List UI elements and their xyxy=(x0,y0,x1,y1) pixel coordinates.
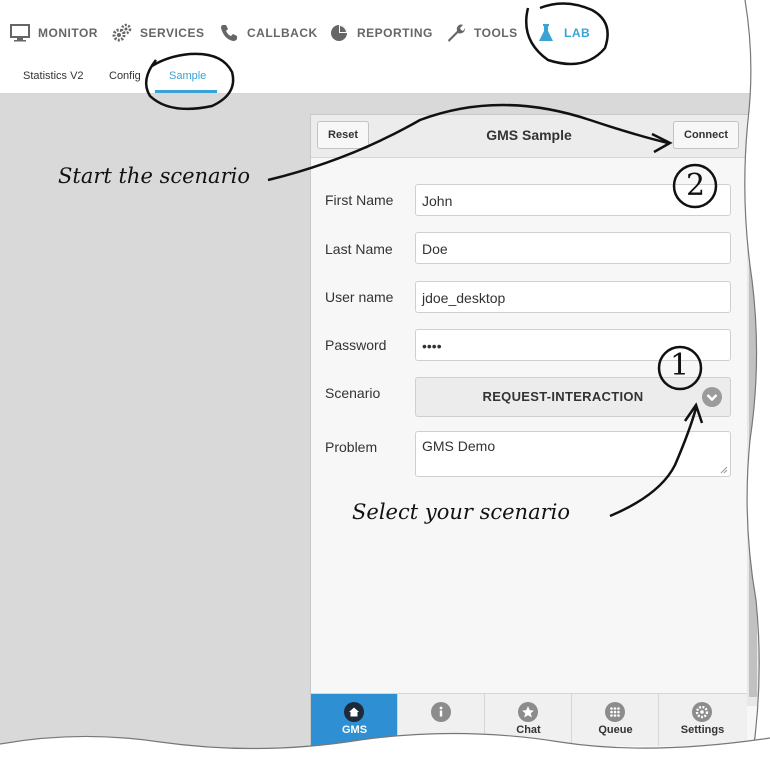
connect-button[interactable]: Connect xyxy=(673,121,739,149)
nav-item-monitor[interactable]: MONITOR xyxy=(10,22,98,44)
subnav-item-statistics[interactable]: Statistics V2 xyxy=(23,70,84,82)
nav-item-callback[interactable]: CALLBACK xyxy=(219,22,318,44)
annotation-start-scenario: Start the scenario xyxy=(58,164,250,188)
nav-label: LAB xyxy=(564,26,591,40)
top-navigation: MONITOR SERVICES CALLBACK REPORTING TOOL… xyxy=(0,0,770,64)
scrollbar[interactable] xyxy=(747,131,759,706)
settings-icon xyxy=(692,702,712,722)
annotation-select-scenario: Select your scenario xyxy=(352,500,570,524)
user-name-field[interactable]: jdoe_desktop xyxy=(415,281,731,313)
tab-gms[interactable]: GMS xyxy=(311,694,398,746)
chevron-down-icon[interactable] xyxy=(702,387,722,407)
sub-navigation: Statistics V2 Config Sample xyxy=(0,63,770,94)
flask-icon xyxy=(536,23,556,43)
annotation-marker-2: 2 xyxy=(686,168,706,203)
grid-icon xyxy=(605,702,625,722)
user-name-label: User name xyxy=(325,289,394,305)
tab-label: Chat xyxy=(516,724,541,736)
nav-label: REPORTING xyxy=(357,26,433,40)
pie-chart-icon xyxy=(329,23,349,43)
active-tab-indicator xyxy=(155,90,217,93)
first-name-field[interactable]: John xyxy=(415,184,731,216)
monitor-icon xyxy=(10,23,30,43)
nav-item-tools[interactable]: TOOLS xyxy=(446,22,518,44)
phone-icon xyxy=(219,23,239,43)
tab-chat[interactable]: Chat xyxy=(485,694,572,746)
nav-label: MONITOR xyxy=(38,26,98,40)
tab-label: GMS xyxy=(341,724,368,736)
reset-button[interactable]: Reset xyxy=(317,121,369,149)
problem-label: Problem xyxy=(325,439,378,455)
scenario-label: Scenario xyxy=(325,385,381,401)
gms-sample-panel: Reset GMS Sample Connect First Name John… xyxy=(310,114,762,756)
resize-grip-icon[interactable] xyxy=(720,466,728,474)
tab-info[interactable] xyxy=(398,694,485,746)
scenario-value: REQUEST-INTERACTION xyxy=(482,389,644,404)
tab-label: Queue xyxy=(598,724,633,736)
home-icon xyxy=(344,702,364,722)
first-name-label: First Name xyxy=(325,192,394,208)
subnav-item-config[interactable]: Config xyxy=(109,70,141,82)
tab-queue[interactable]: Queue xyxy=(572,694,659,746)
nav-item-reporting[interactable]: REPORTING xyxy=(329,22,433,44)
nav-label: SERVICES xyxy=(140,26,205,40)
wrench-icon xyxy=(446,23,466,43)
annotation-marker-1: 1 xyxy=(670,348,690,383)
scenario-select[interactable]: REQUEST-INTERACTION xyxy=(415,377,731,417)
panel-header: Reset GMS Sample Connect xyxy=(311,115,747,158)
subnav-item-sample[interactable]: Sample xyxy=(169,70,206,82)
panel-title: GMS Sample xyxy=(486,127,572,143)
star-icon xyxy=(518,702,538,722)
info-icon xyxy=(431,702,451,722)
nav-label: TOOLS xyxy=(474,26,518,40)
bottom-tab-bar: GMS Chat Queue Settings xyxy=(311,693,747,746)
gears-icon xyxy=(112,23,132,43)
nav-item-lab[interactable]: LAB xyxy=(536,22,590,44)
last-name-label: Last Name xyxy=(325,241,393,257)
problem-textarea[interactable]: GMS Demo xyxy=(415,431,731,477)
password-label: Password xyxy=(325,337,387,353)
problem-value: GMS Demo xyxy=(422,438,496,454)
tab-settings[interactable]: Settings xyxy=(659,694,746,746)
nav-label: CALLBACK xyxy=(247,26,318,40)
tab-label: Settings xyxy=(680,724,725,736)
nav-item-services[interactable]: SERVICES xyxy=(112,22,204,44)
last-name-field[interactable]: Doe xyxy=(415,232,731,264)
scroll-thumb[interactable] xyxy=(749,137,757,697)
